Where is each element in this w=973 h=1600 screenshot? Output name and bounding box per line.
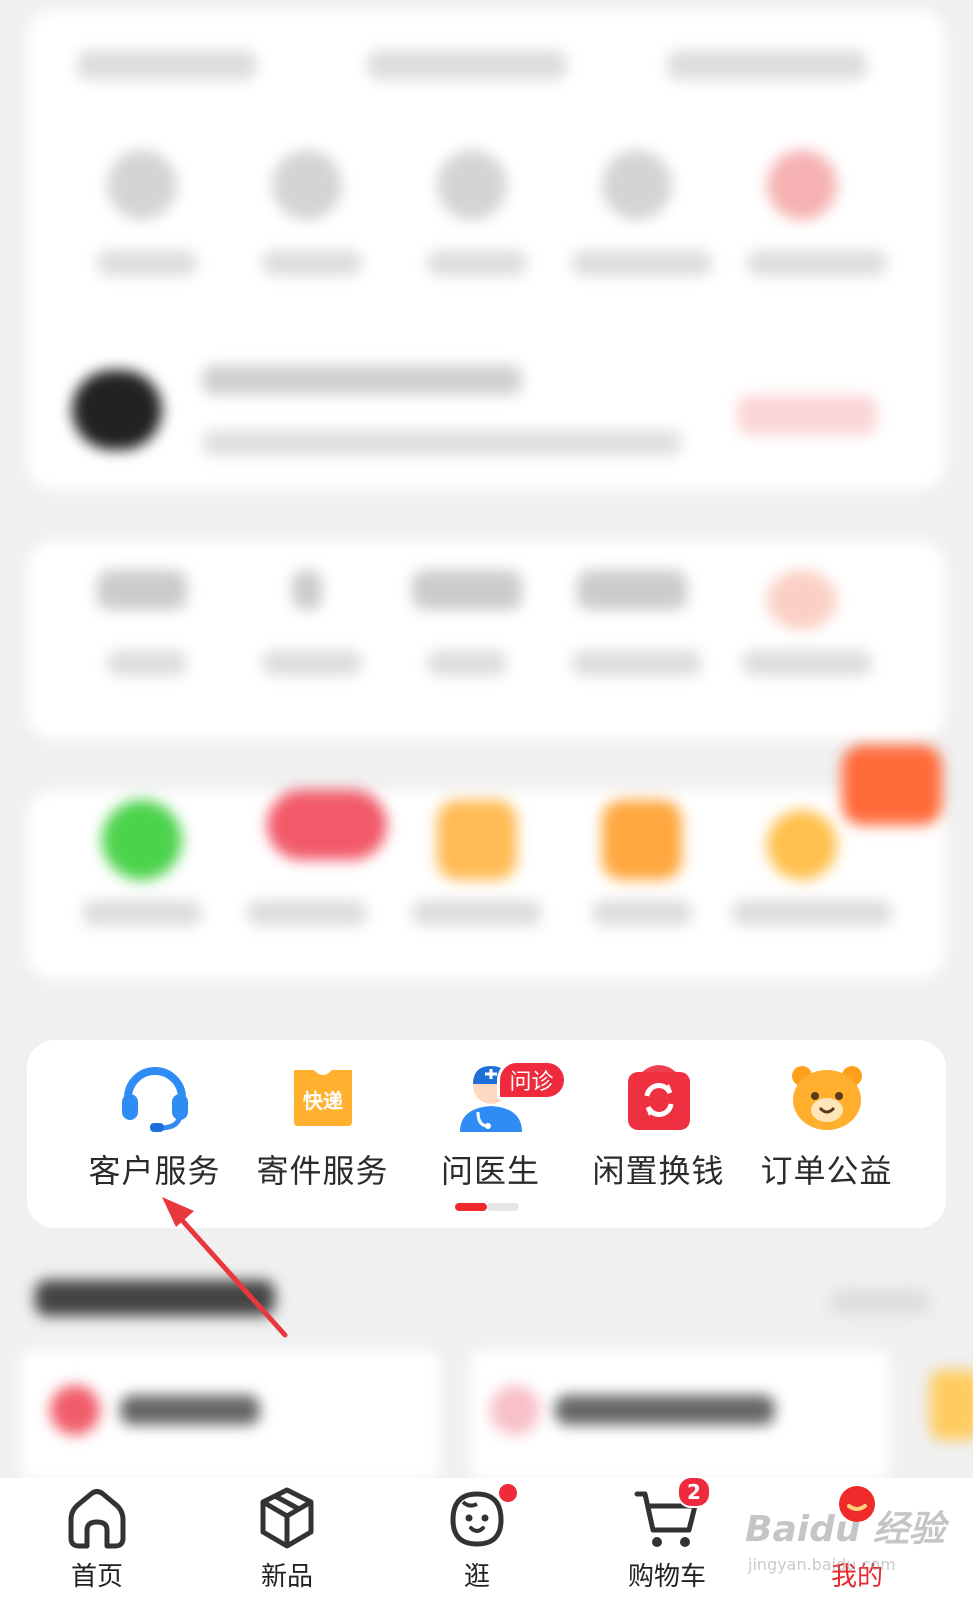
blurred-tools-card bbox=[27, 790, 946, 980]
tab-cart[interactable]: 2 购物车 bbox=[592, 1476, 742, 1600]
service-ask-doctor[interactable]: 问诊 问医生 bbox=[405, 1040, 576, 1228]
service-idle-resale[interactable]: 闲置换钱 bbox=[573, 1040, 744, 1228]
home-icon bbox=[61, 1482, 133, 1554]
blurred-order-card bbox=[27, 10, 946, 490]
blurred-section-below bbox=[0, 1260, 973, 1480]
tab-new-products[interactable]: 新品 bbox=[212, 1478, 362, 1600]
express-icon-text: 快递 bbox=[303, 1089, 343, 1113]
tab-label: 购物车 bbox=[627, 1562, 706, 1592]
doctor-icon: 问诊 bbox=[452, 1056, 567, 1134]
page-indicator-inactive bbox=[487, 1203, 519, 1211]
page-indicator bbox=[455, 1203, 519, 1211]
service-label: 订单公益 bbox=[760, 1152, 893, 1190]
blurred-floating-button bbox=[842, 745, 942, 825]
blurred-assets-card bbox=[27, 540, 946, 740]
cart-icon: 2 bbox=[631, 1476, 711, 1554]
cart-count-badge: 2 bbox=[677, 1476, 711, 1508]
service-label: 寄件服务 bbox=[256, 1152, 389, 1190]
service-label: 客户服务 bbox=[88, 1152, 221, 1190]
consult-tag: 问诊 bbox=[496, 1060, 567, 1100]
tab-label: 新品 bbox=[260, 1562, 313, 1592]
express-box-icon: 快递 bbox=[284, 1056, 362, 1134]
bear-icon bbox=[788, 1056, 866, 1134]
annotation-arrow bbox=[162, 1197, 288, 1338]
tab-home[interactable]: 首页 bbox=[22, 1478, 172, 1600]
page-indicator-active bbox=[455, 1203, 487, 1211]
watermark-url: jingyan.baidu.com bbox=[748, 1555, 896, 1574]
notification-dot bbox=[497, 1482, 519, 1504]
cube-icon bbox=[251, 1482, 323, 1554]
face-icon bbox=[441, 1482, 519, 1554]
tab-browse[interactable]: 逛 bbox=[402, 1478, 552, 1600]
tab-label: 首页 bbox=[70, 1562, 123, 1592]
service-order-charity[interactable]: 订单公益 bbox=[741, 1040, 912, 1228]
service-label: 闲置换钱 bbox=[592, 1152, 725, 1190]
headset-icon bbox=[116, 1056, 194, 1134]
service-label: 问医生 bbox=[440, 1152, 540, 1190]
recycle-bag-icon bbox=[620, 1056, 698, 1134]
tab-label: 逛 bbox=[463, 1562, 490, 1592]
watermark: Baidu 经验 bbox=[745, 1509, 946, 1550]
